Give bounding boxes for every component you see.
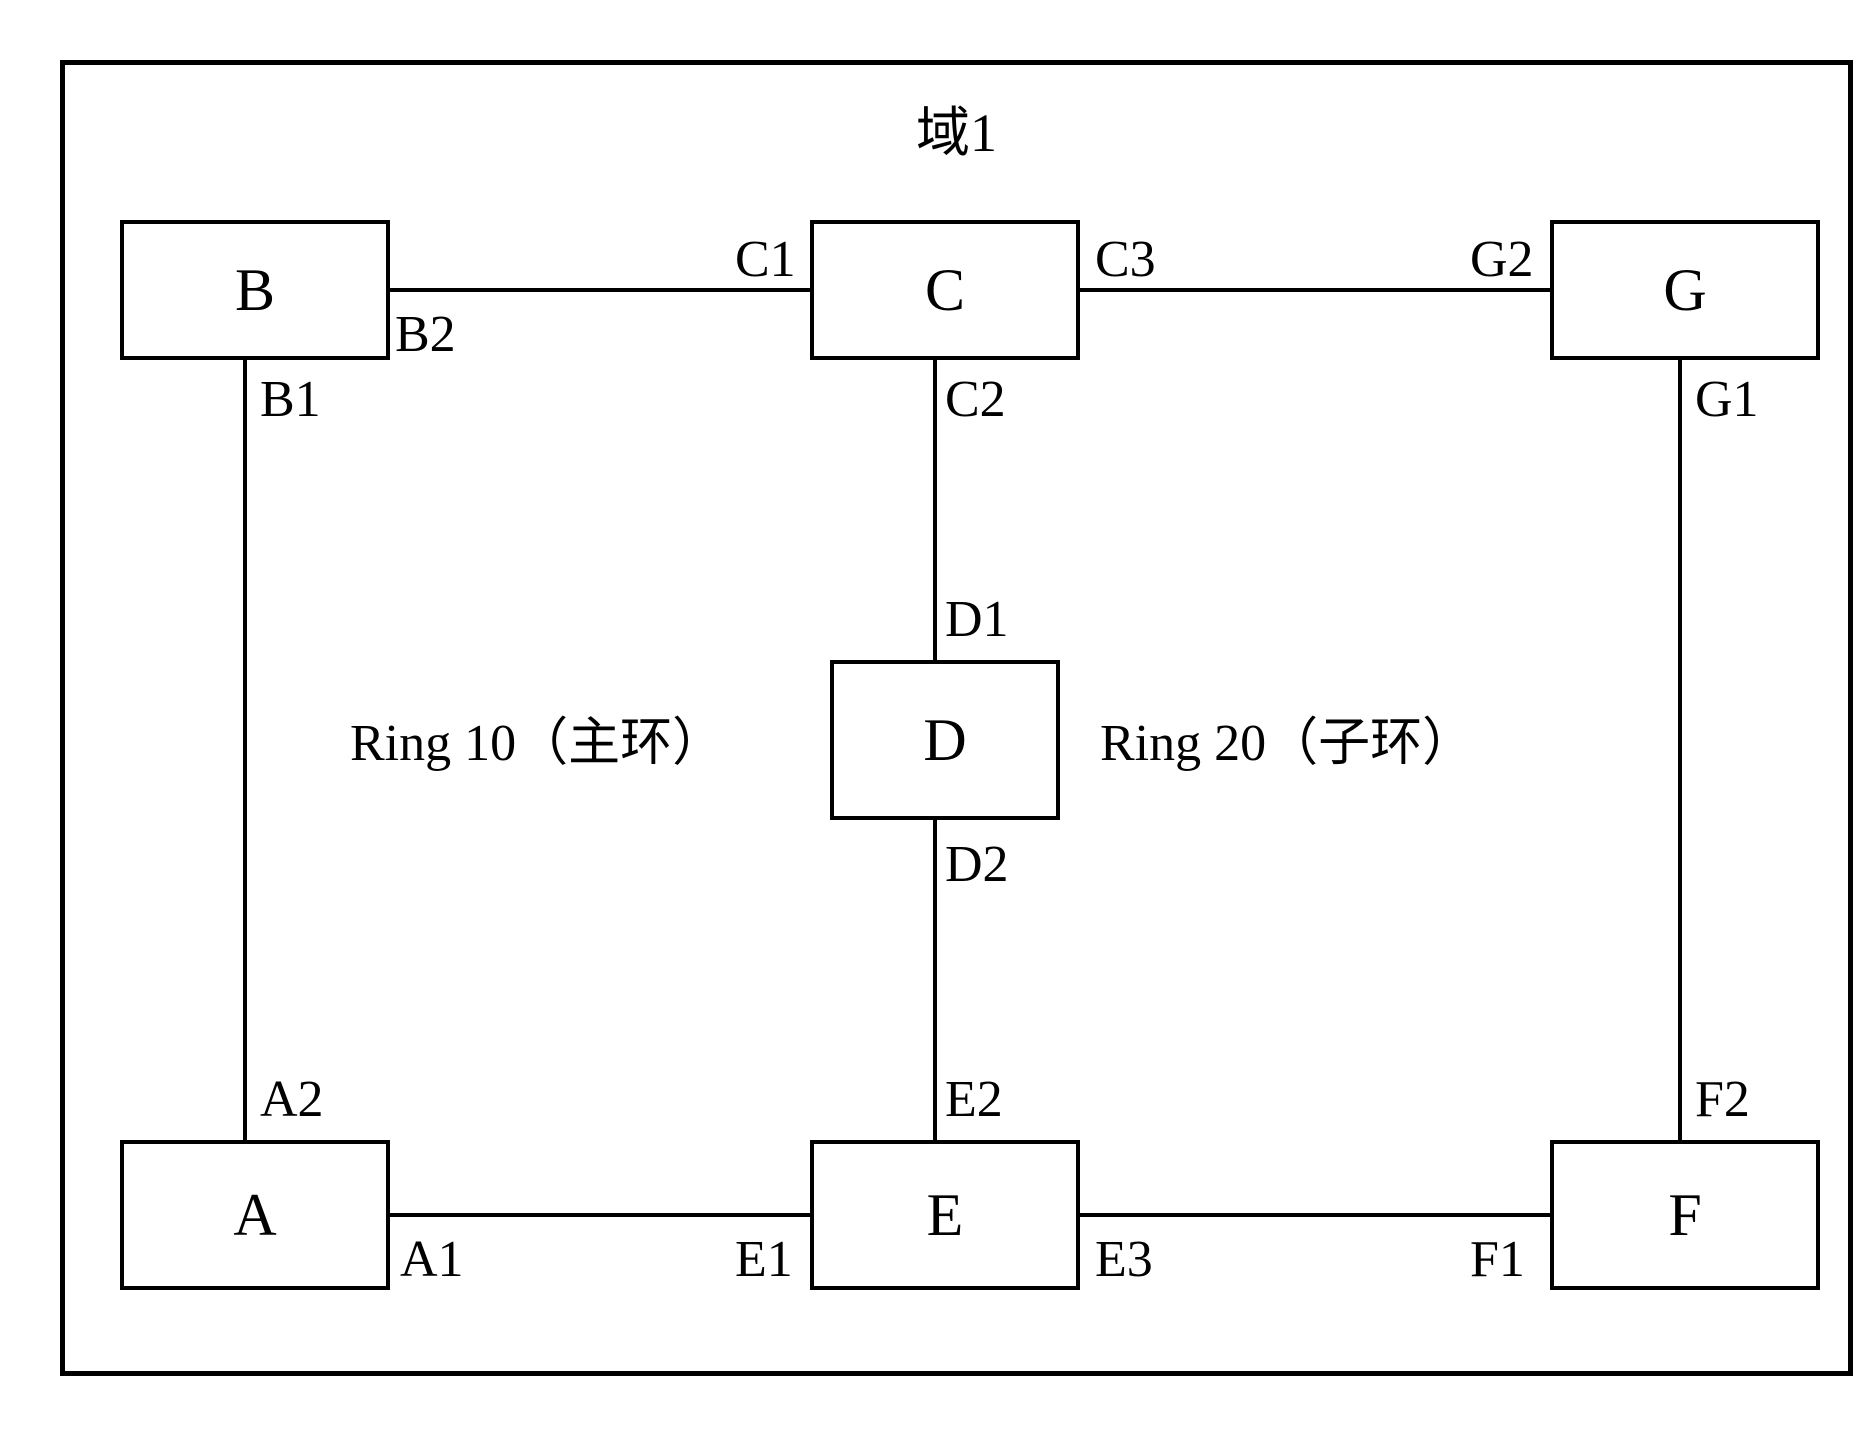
port-F2: F2	[1695, 1070, 1750, 1129]
node-B: B	[120, 220, 390, 360]
node-F-label: F	[1668, 1181, 1701, 1250]
node-B-label: B	[235, 256, 275, 325]
node-F: F	[1550, 1140, 1820, 1290]
domain-title: 域1	[916, 88, 997, 167]
node-D: D	[830, 660, 1060, 820]
port-G1: G1	[1695, 370, 1759, 429]
port-C1: C1	[735, 230, 796, 289]
port-A2: A2	[260, 1070, 324, 1129]
port-B1: B1	[260, 370, 321, 429]
port-C3: C3	[1095, 230, 1156, 289]
ring20-label: Ring 20（子环）	[1100, 700, 1474, 775]
node-C: C	[810, 220, 1080, 360]
port-E2: E2	[945, 1070, 1003, 1129]
port-E1: E1	[735, 1230, 793, 1289]
port-G2: G2	[1470, 230, 1534, 289]
node-D-label: D	[923, 706, 966, 775]
node-C-label: C	[925, 256, 965, 325]
port-C2: C2	[945, 370, 1006, 429]
port-D2: D2	[945, 835, 1009, 894]
node-A: A	[120, 1140, 390, 1290]
node-A-label: A	[233, 1181, 276, 1250]
port-B2: B2	[395, 305, 456, 364]
node-G-label: G	[1663, 256, 1706, 325]
node-E: E	[810, 1140, 1080, 1290]
port-F1: F1	[1470, 1230, 1525, 1289]
ring10-label: Ring 10（主环）	[350, 700, 724, 775]
port-A1: A1	[400, 1230, 464, 1289]
port-D1: D1	[945, 590, 1009, 649]
diagram-frame: 域1 B C G D A E F B1 B2 C1 C2 C3 G2 G1 D1…	[20, 20, 1873, 1416]
node-E-label: E	[927, 1181, 964, 1250]
node-G: G	[1550, 220, 1820, 360]
port-E3: E3	[1095, 1230, 1153, 1289]
